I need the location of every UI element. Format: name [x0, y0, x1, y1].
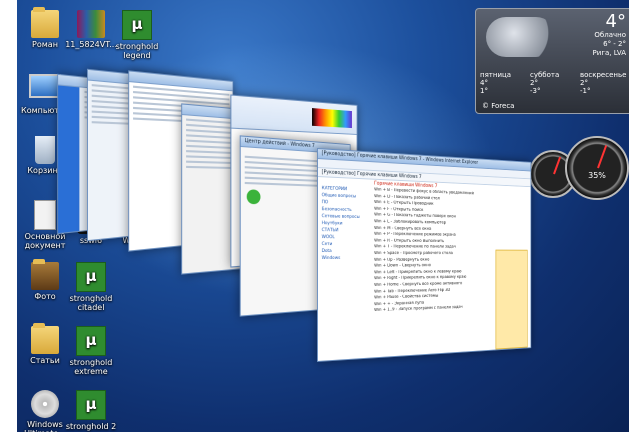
current-temperature: 4°: [605, 11, 626, 32]
folder-icon: [31, 7, 59, 38]
recycle-bin-icon: [35, 136, 55, 164]
weather-source: © Foreca: [482, 102, 515, 110]
article-body: Win + B - Перевести фокус в область увед…: [374, 187, 495, 351]
sidebar-item[interactable]: Windows: [322, 255, 371, 262]
utorrent-icon: µ: [76, 326, 106, 356]
desktop-icon-stronghold-extreme[interactable]: µ stronghold extreme: [59, 326, 123, 376]
disc-icon: [31, 390, 59, 418]
desktop-icon-stronghold-legend[interactable]: µ stronghold legend: [105, 10, 169, 60]
cpu-usage: 35%: [588, 171, 606, 180]
forecast-day: пятница 4° 1°: [480, 71, 512, 95]
weather-summary: Облачно 6° - 2° Рига, LVA: [592, 31, 626, 57]
utorrent-icon: µ: [122, 10, 152, 40]
side-panel: [58, 85, 80, 234]
folder-icon: [31, 259, 59, 290]
archive-icon: [77, 10, 105, 38]
folder-icon: [31, 323, 59, 354]
window-internet-explorer[interactable]: [Руководство] Горячие клавиши Windows 7 …: [317, 148, 532, 362]
utorrent-icon: µ: [76, 390, 106, 420]
forecast-day: воскресенье 2° -1°: [580, 71, 627, 95]
forecast-day: суббота 2° -3°: [530, 71, 560, 95]
ad-block[interactable]: [495, 249, 528, 350]
desktop: Роман 11_5824VT... µ stronghold legend К…: [17, 0, 629, 432]
document-icon: [34, 200, 56, 230]
desktop-icon-stronghold-citadel[interactable]: µ stronghold citadel: [59, 262, 123, 312]
cloud-icon: [486, 17, 556, 57]
sidebar-menu: КАТЕГОРИИ Общие вопросы ПО Безопасность …: [321, 185, 371, 355]
computer-icon: [29, 74, 61, 98]
desktop-icon-stronghold-2[interactable]: µ stronghold 2: [59, 390, 123, 431]
meter-needle: [553, 157, 561, 175]
check-icon: [246, 189, 261, 205]
meter-needle: [597, 145, 608, 169]
sidebar-item[interactable]: Dota: [322, 248, 371, 255]
cpu-meter-gadget[interactable]: 35%: [565, 136, 629, 200]
utorrent-icon: µ: [76, 262, 106, 292]
color-palette[interactable]: [312, 108, 352, 129]
forecast: пятница 4° 1° суббота 2° -3° воскресенье 2° -1…: [480, 71, 628, 95]
weather-gadget[interactable]: 4° Облачно 6° - 2° Рига, LVA пятница 4° 1°…: [475, 8, 629, 114]
